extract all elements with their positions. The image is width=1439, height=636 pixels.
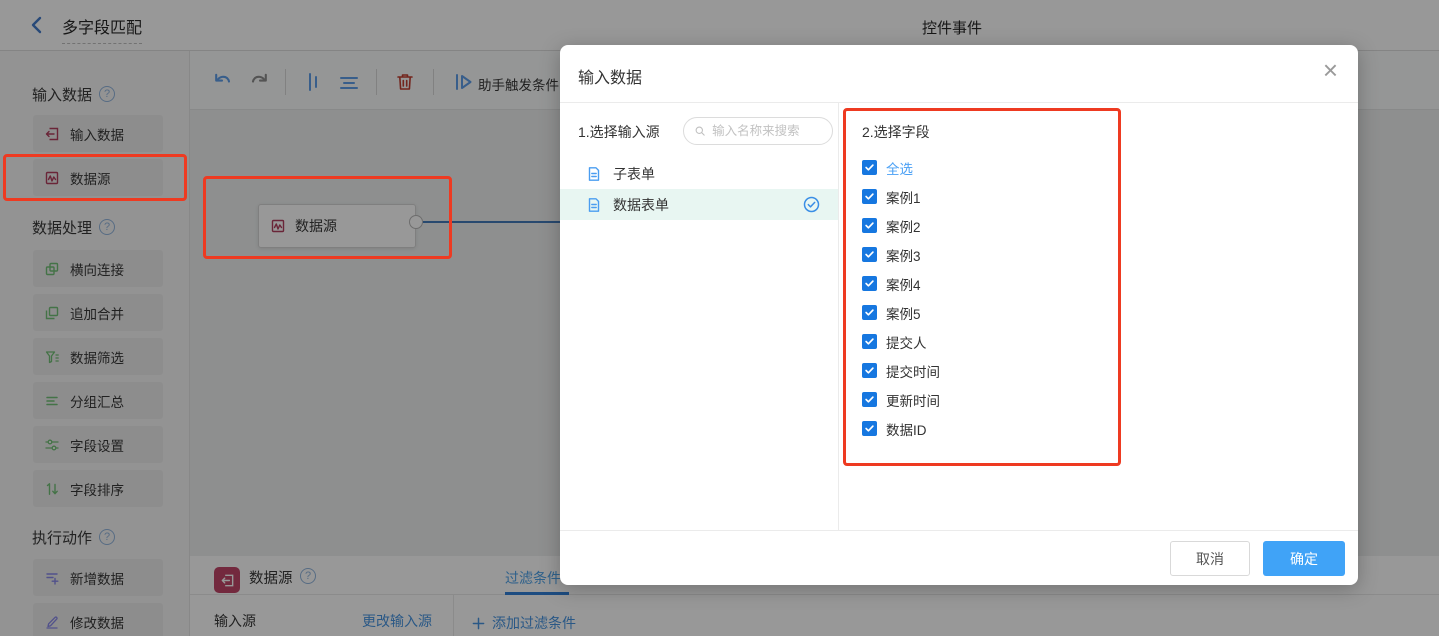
checkbox-checked-icon[interactable]	[862, 421, 877, 436]
field-checkbox-select-all[interactable]: 全选	[862, 153, 940, 182]
selected-check-icon	[803, 196, 820, 213]
source-item-subform[interactable]: 子表单	[560, 158, 838, 189]
field-checkbox-row[interactable]: 提交人	[862, 327, 940, 356]
checkbox-checked-icon[interactable]	[862, 276, 877, 291]
modal-header: 输入数据 ×	[560, 45, 1358, 103]
checkbox-checked-icon[interactable]	[862, 305, 877, 320]
form-doc-icon	[586, 166, 602, 182]
field-checkbox-row[interactable]: 案例1	[862, 182, 940, 211]
checkbox-checked-icon[interactable]	[862, 189, 877, 204]
source-search[interactable]	[683, 117, 833, 145]
form-doc-icon	[586, 197, 602, 213]
field-list: 全选 案例1 案例2 案例3 案例4 案例5	[862, 153, 940, 443]
checkbox-checked-icon[interactable]	[862, 334, 877, 349]
step1-label: 1.选择输入源	[578, 122, 660, 142]
confirm-button[interactable]: 确定	[1263, 541, 1345, 576]
close-icon[interactable]: ×	[1323, 57, 1338, 83]
field-checkbox-row[interactable]: 案例3	[862, 240, 940, 269]
field-checkbox-row[interactable]: 案例5	[862, 298, 940, 327]
modal-column-divider	[838, 103, 839, 530]
step2-label: 2.选择字段	[862, 122, 930, 142]
modal-footer: 取消 确定	[560, 530, 1358, 585]
checkbox-checked-icon[interactable]	[862, 363, 877, 378]
input-data-modal: 输入数据 × 1.选择输入源 子表单 数据表单	[560, 45, 1358, 585]
checkbox-checked-icon[interactable]	[862, 392, 877, 407]
checkbox-checked-icon[interactable]	[862, 218, 877, 233]
search-icon	[694, 124, 706, 138]
modal-title: 输入数据	[578, 64, 642, 88]
source-item-dataform[interactable]: 数据表单	[560, 189, 838, 220]
field-checkbox-row[interactable]: 提交时间	[862, 356, 940, 385]
source-list: 子表单 数据表单	[560, 158, 838, 220]
field-checkbox-row[interactable]: 更新时间	[862, 385, 940, 414]
field-checkbox-row[interactable]: 案例4	[862, 269, 940, 298]
checkbox-checked-icon[interactable]	[862, 160, 877, 175]
search-input[interactable]	[712, 124, 824, 138]
cancel-button[interactable]: 取消	[1170, 541, 1250, 576]
field-checkbox-row[interactable]: 案例2	[862, 211, 940, 240]
app-window: 多字段匹配 控件事件 输入数据 ? 输入数据 数据源 数据处理 ?	[0, 0, 1439, 636]
field-checkbox-row[interactable]: 数据ID	[862, 414, 940, 443]
checkbox-checked-icon[interactable]	[862, 247, 877, 262]
